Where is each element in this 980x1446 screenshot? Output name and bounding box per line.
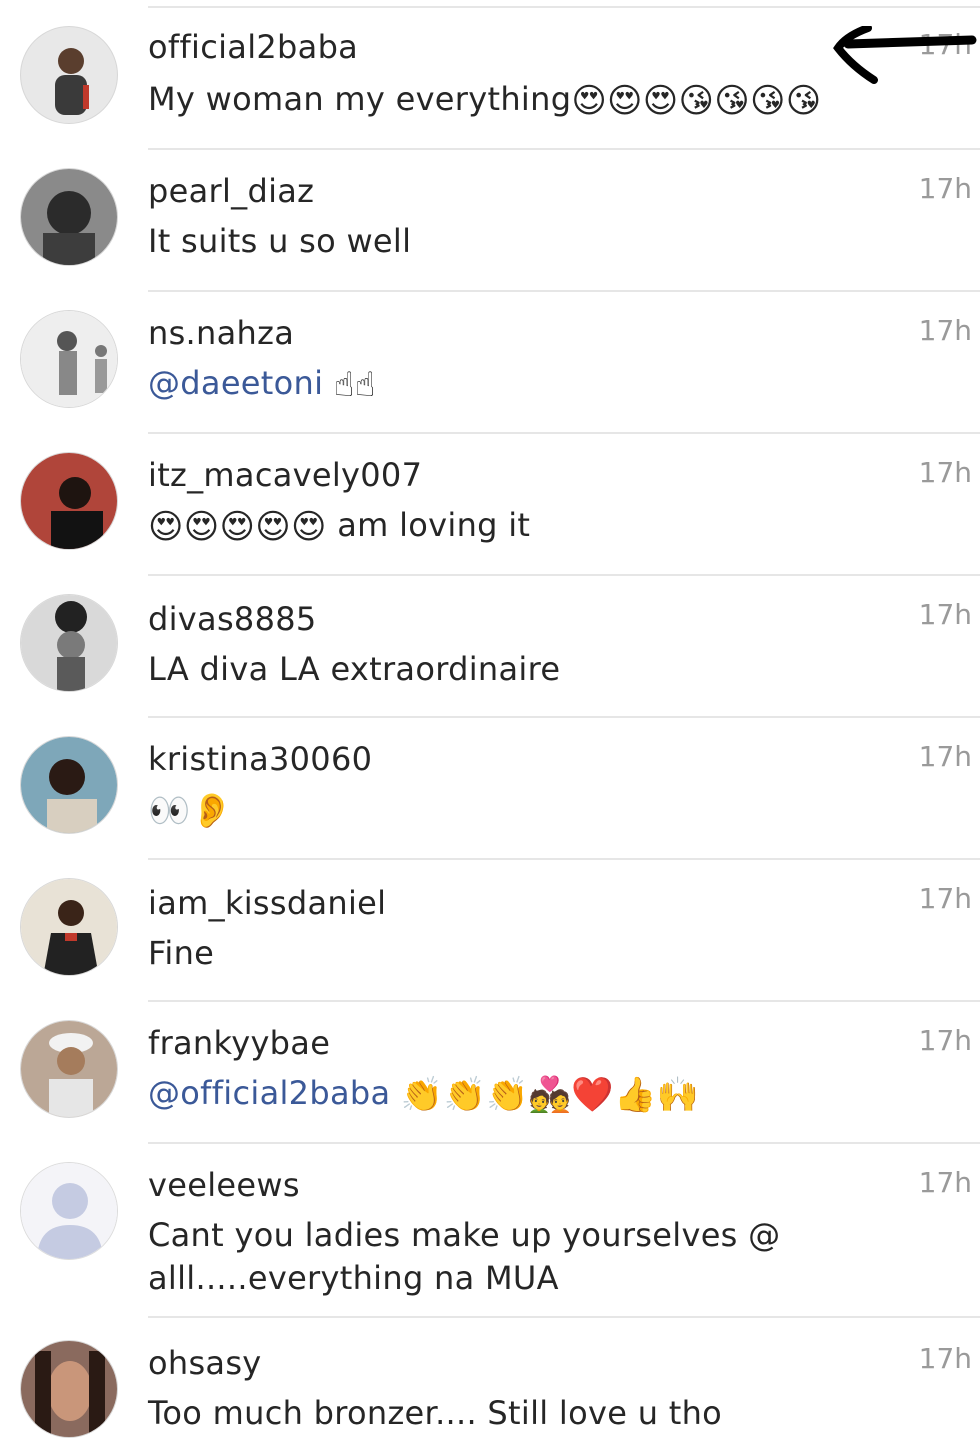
comment-row: frankyybae 17h @official2baba 👏👏👏💑❤️👍🙌 bbox=[20, 1002, 980, 1144]
comment-time: 17h bbox=[918, 1024, 972, 1057]
emoji-group: 👏👏👏💑❤️👍🙌 bbox=[400, 1075, 700, 1115]
comment-username[interactable]: kristina30060 bbox=[148, 740, 372, 778]
comment-row: ohsasy 17h Too much bronzer.... Still lo… bbox=[20, 1318, 980, 1446]
avatar[interactable] bbox=[20, 168, 118, 266]
mention-link[interactable]: @daeetoni bbox=[148, 364, 323, 402]
drawn-arrow-icon bbox=[833, 26, 977, 84]
comment-username[interactable]: frankyybae bbox=[148, 1024, 330, 1062]
comment-time: 17h bbox=[918, 598, 972, 631]
mention-link[interactable]: @official2baba bbox=[148, 1074, 390, 1112]
comment-row: iam_kissdaniel 17h Fine bbox=[20, 860, 980, 1002]
comment-text: 😍😍😍😍😍 am loving it bbox=[148, 506, 531, 547]
avatar[interactable] bbox=[20, 26, 118, 124]
comment-time: 17h bbox=[918, 456, 972, 489]
comment-username[interactable]: ohsasy bbox=[148, 1344, 262, 1382]
comment-row: divas8885 17h LA diva LA extraordinaire bbox=[20, 576, 980, 718]
comment-time: 17h bbox=[918, 882, 972, 915]
comment-time: 17h bbox=[918, 314, 972, 347]
comment-time: 17h bbox=[918, 1342, 972, 1375]
comment-text: Cant you ladies make up yourselves @ all… bbox=[148, 1216, 781, 1297]
comment-username[interactable]: ns.nahza bbox=[148, 314, 294, 352]
emoji-group: 👀👂 bbox=[148, 791, 234, 831]
comment-username[interactable]: itz_macavely007 bbox=[148, 456, 422, 494]
comments-list: official2baba 17h My woman my everything… bbox=[0, 8, 980, 1446]
comment-row: veeleews 17h Cant you ladies make up you… bbox=[20, 1144, 980, 1318]
comment-username[interactable]: divas8885 bbox=[148, 600, 317, 638]
comment-row: pearl_diaz 17h It suits u so well bbox=[20, 150, 980, 292]
avatar[interactable] bbox=[20, 1020, 118, 1118]
avatar[interactable] bbox=[20, 878, 118, 976]
comment-text: @daeetoni ☝☝ bbox=[148, 362, 930, 405]
comment-row: kristina30060 17h 👀👂 bbox=[20, 718, 980, 860]
avatar[interactable] bbox=[20, 736, 118, 834]
comment-username[interactable]: official2baba bbox=[148, 28, 358, 66]
emoji-group: 😍😍😍😍😍 bbox=[148, 507, 327, 547]
comment-time: 17h bbox=[918, 172, 972, 205]
avatar[interactable] bbox=[20, 1162, 118, 1260]
avatar[interactable] bbox=[20, 310, 118, 408]
comment-username[interactable]: pearl_diaz bbox=[148, 172, 314, 210]
emoji-group: 😍😍😍😘😘😘😘 bbox=[571, 81, 822, 121]
comment-text: @official2baba 👏👏👏💑❤️👍🙌 bbox=[148, 1072, 930, 1115]
comment-username[interactable]: iam_kissdaniel bbox=[148, 884, 386, 922]
avatar[interactable] bbox=[20, 594, 118, 692]
comment-text: Fine bbox=[148, 934, 215, 972]
comment-time: 17h bbox=[918, 1166, 972, 1199]
comment-username[interactable]: veeleews bbox=[148, 1166, 300, 1204]
avatar[interactable] bbox=[20, 452, 118, 550]
comment-text: LA diva LA extraordinaire bbox=[148, 650, 561, 688]
comment-row: itz_macavely007 17h 😍😍😍😍😍 am loving it bbox=[20, 434, 980, 576]
comment-text: Too much bronzer.... Still love u tho bbox=[148, 1394, 723, 1432]
comment-row: ns.nahza 17h @daeetoni ☝☝ bbox=[20, 292, 980, 434]
comment-text: It suits u so well bbox=[148, 222, 412, 260]
avatar[interactable] bbox=[20, 1340, 118, 1438]
emoji-group: ☝☝ bbox=[333, 365, 376, 405]
comment-row: official2baba 17h My woman my everything… bbox=[20, 8, 980, 150]
comment-text: 👀👂 bbox=[148, 788, 930, 831]
comment-time: 17h bbox=[918, 740, 972, 773]
